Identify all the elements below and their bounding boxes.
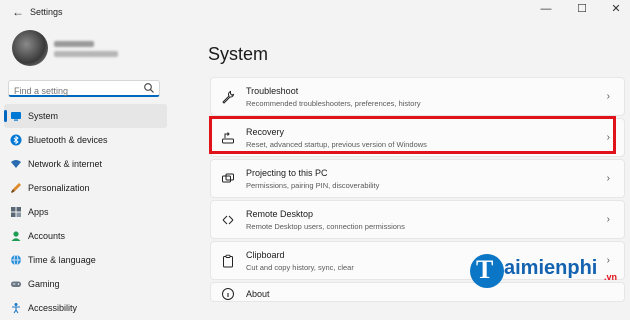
settings-card-troubleshoot[interactable]: Troubleshoot Recommended troubleshooters…	[210, 77, 625, 116]
sidebar-item-label: Network & internet	[28, 159, 103, 169]
card-title: Projecting to this PC	[246, 168, 328, 178]
search-input[interactable]	[9, 83, 149, 99]
sidebar-item-bluetooth[interactable]: Bluetooth & devices	[0, 128, 175, 152]
globe-icon	[11, 254, 21, 266]
watermark-logo: T aimienphi .vn	[468, 252, 626, 292]
search-icon[interactable]	[143, 82, 155, 94]
logo-letter: T	[476, 255, 494, 284]
back-arrow-icon[interactable]: ←	[12, 5, 24, 19]
settings-card-remote-desktop[interactable]: Remote Desktop Remote Desktop users, con…	[210, 200, 625, 239]
user-name-blurred	[54, 41, 94, 47]
sidebar-item-label: Apps	[28, 207, 49, 217]
card-description: Cut and copy history, sync, clear	[246, 263, 354, 272]
minimize-button[interactable]: —	[532, 2, 560, 16]
card-title: About	[246, 289, 270, 299]
card-description: Permissions, pairing PIN, discoverabilit…	[246, 181, 380, 190]
sidebar-item-apps[interactable]: Apps	[0, 200, 175, 224]
accessibility-icon	[12, 303, 20, 314]
sidebar-item-label: Accessibility	[28, 303, 78, 313]
card-description: Remote Desktop users, connection permiss…	[246, 222, 405, 231]
sidebar-item-accounts[interactable]: Accounts	[0, 224, 175, 248]
sidebar-nav: System Bluetooth & devices Network & int…	[0, 104, 175, 320]
close-button[interactable]: ✕	[602, 2, 630, 16]
sidebar-item-personalization[interactable]: Personalization	[0, 176, 175, 200]
sidebar-item-gaming[interactable]: Gaming	[0, 272, 175, 296]
gaming-icon	[11, 281, 21, 287]
sidebar-item-label: Time & language	[28, 255, 96, 265]
search-box[interactable]	[8, 80, 160, 99]
sidebar-item-label: System	[28, 111, 59, 121]
avatar[interactable]	[12, 30, 48, 66]
card-title: Troubleshoot	[246, 86, 299, 96]
sidebar-item-label: Personalization	[28, 183, 90, 193]
chevron-right-icon: ›	[606, 173, 610, 184]
projector-icon	[222, 173, 234, 183]
card-title: Clipboard	[246, 250, 285, 260]
sidebar-item-label: Gaming	[28, 279, 60, 289]
chevron-right-icon: ›	[606, 91, 610, 102]
sidebar-item-label: Accounts	[28, 231, 66, 241]
app-title: Settings	[30, 7, 63, 17]
apps-icon	[11, 207, 21, 217]
card-description: Recommended troubleshooters, preferences…	[246, 99, 421, 108]
title-bar: ← Settings — ☐ ✕	[0, 0, 630, 26]
sidebar-item-time-language[interactable]: Time & language	[0, 248, 175, 272]
chevron-right-icon: ›	[606, 214, 610, 225]
brush-icon	[11, 183, 21, 193]
accounts-icon	[11, 231, 21, 241]
recovery-highlight-frame	[209, 116, 616, 154]
wrench-icon	[222, 90, 235, 104]
user-email-blurred	[54, 51, 118, 57]
settings-card-projecting[interactable]: Projecting to this PC Permissions, pairi…	[210, 159, 625, 198]
active-indicator	[4, 110, 7, 122]
maximize-button[interactable]: ☐	[568, 2, 596, 16]
clipboard-icon	[223, 254, 233, 268]
logo-suffix: .vn	[604, 272, 618, 282]
sidebar-item-accessibility[interactable]: Accessibility	[0, 296, 175, 320]
logo-word: aimienphi	[504, 257, 598, 279]
sidebar-item-label: Bluetooth & devices	[28, 135, 108, 145]
sidebar-item-system[interactable]: System	[4, 104, 167, 128]
network-icon	[11, 160, 21, 168]
remote-desktop-icon	[222, 215, 234, 225]
sidebar-item-network[interactable]: Network & internet	[0, 152, 175, 176]
bluetooth-icon	[10, 134, 22, 146]
card-title: Remote Desktop	[246, 209, 314, 219]
page-title: System	[208, 44, 269, 64]
system-icon	[11, 112, 21, 121]
